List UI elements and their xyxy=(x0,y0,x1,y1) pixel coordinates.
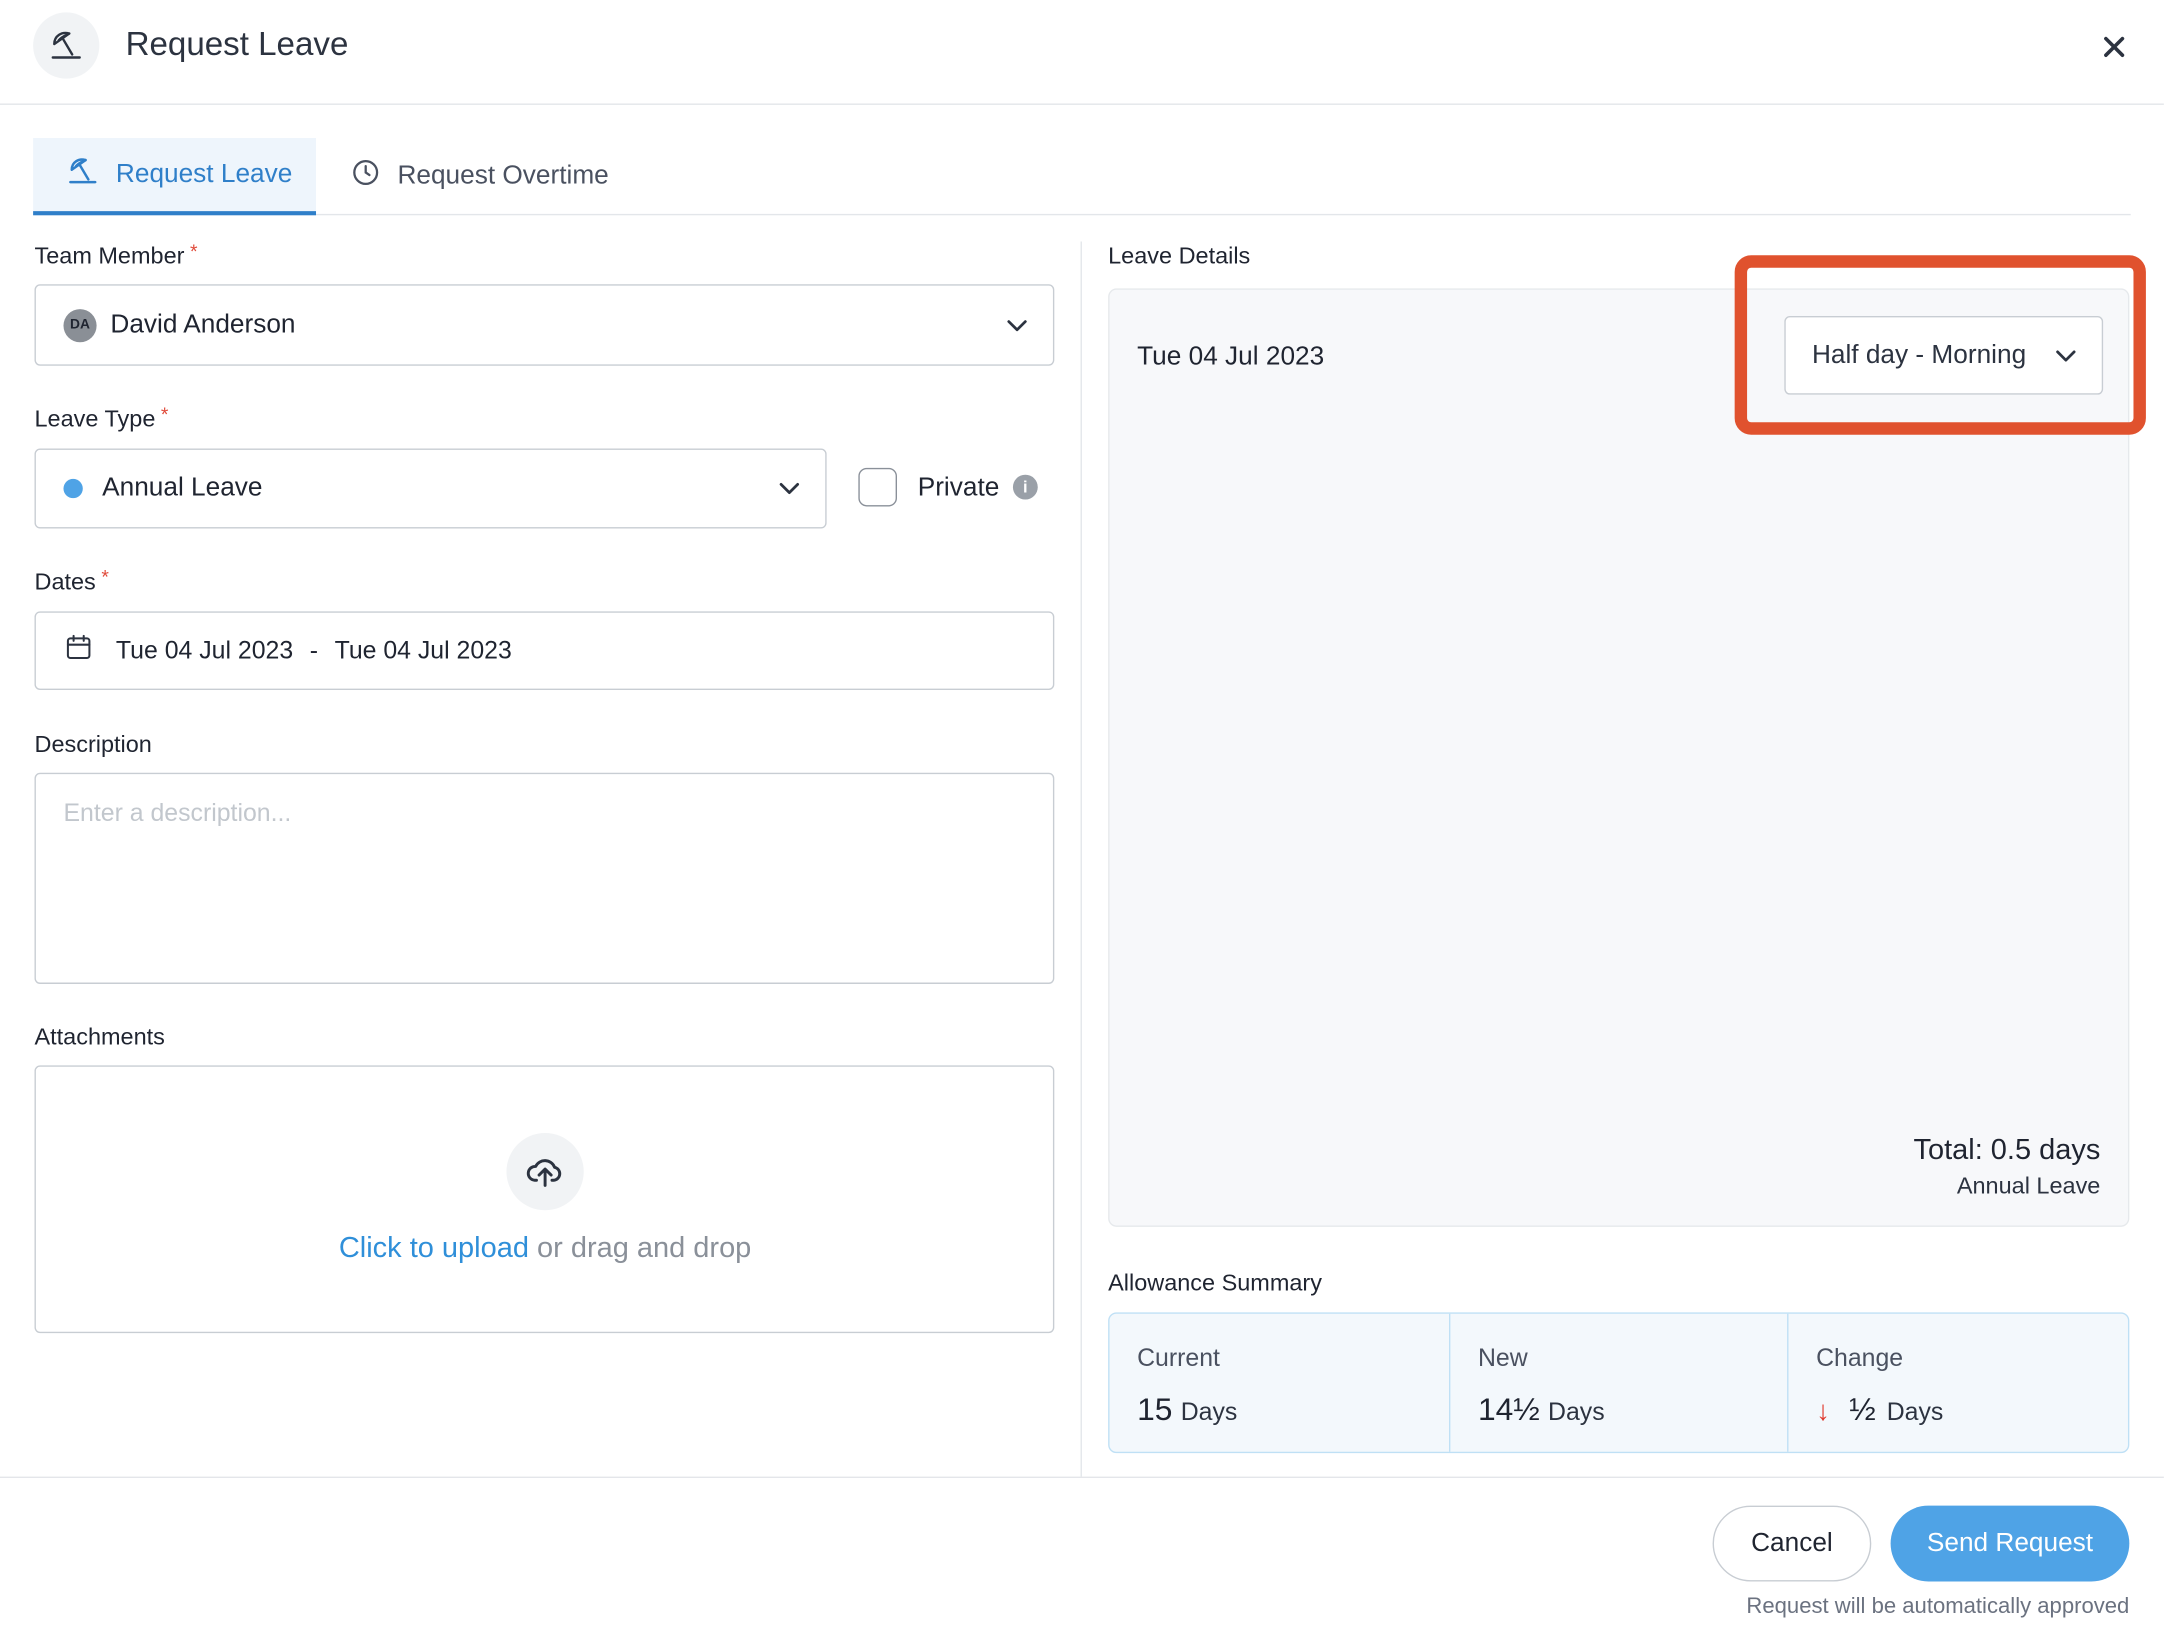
attachments-label: Attachments xyxy=(34,1023,165,1051)
required-mark: * xyxy=(189,240,198,263)
leave-type-select[interactable]: Annual Leave xyxy=(34,448,827,529)
chevron-down-icon xyxy=(1007,319,1027,331)
allowance-unit: Days xyxy=(1180,1397,1238,1426)
allowance-current: Current 15 Days xyxy=(1110,1313,1451,1452)
leave-type-color-dot xyxy=(63,478,83,499)
close-icon xyxy=(2104,36,2125,57)
beach-umbrella-icon xyxy=(33,12,100,79)
total-days: Total: 0.5 days xyxy=(1913,1134,2101,1167)
chevron-down-icon xyxy=(2056,349,2076,361)
day-period-select[interactable]: Half day - Morning xyxy=(1784,316,2104,395)
allowance-summary-label: Allowance Summary xyxy=(1108,1269,1322,1296)
allowance-value: ½ xyxy=(1849,1391,1876,1427)
allowance-new: New 14½ Days xyxy=(1450,1313,1789,1452)
tab-label: Request Overtime xyxy=(397,161,609,191)
field-label-text: Dates xyxy=(34,568,96,595)
private-checkbox[interactable] xyxy=(858,467,897,507)
allowance-head: New xyxy=(1477,1344,1528,1372)
allowance-head: Change xyxy=(1816,1344,1904,1372)
end-date: Tue 04 Jul 2023 xyxy=(334,636,512,664)
team-member-value: David Anderson xyxy=(110,309,296,339)
date-range-input[interactable]: Tue 04 Jul 2023 - Tue 04 Jul 2023 xyxy=(34,611,1055,690)
description-label: Description xyxy=(34,731,152,758)
day-period-value: Half day - Morning xyxy=(1811,340,2027,370)
allowance-unit: Days xyxy=(1548,1397,1605,1426)
dialog-title: Request Leave xyxy=(125,26,349,64)
auto-approve-note: Request will be automatically approved xyxy=(1746,1595,2130,1619)
footer-divider xyxy=(0,1476,2164,1478)
team-member-label: Team Member * xyxy=(34,240,198,271)
upload-cloud-icon xyxy=(506,1132,584,1211)
avatar: DA xyxy=(63,308,97,342)
tab-bar: Request Leave Request Overtime xyxy=(33,138,2131,216)
info-icon[interactable]: i xyxy=(1012,474,1038,500)
field-label-text: Team Member xyxy=(34,242,185,270)
allowance-head: Current xyxy=(1137,1344,1220,1372)
cancel-button[interactable]: Cancel xyxy=(1712,1505,1872,1582)
leave-day-date: Tue 04 Jul 2023 xyxy=(1137,342,1325,372)
tab-request-overtime[interactable]: Request Overtime xyxy=(348,138,609,215)
description-placeholder: Enter a description... xyxy=(63,799,292,827)
chevron-down-icon xyxy=(779,483,800,495)
allowance-summary-panel: Current 15 Days New 14½ Days Change ↓ ½ … xyxy=(1108,1312,2130,1454)
beach-umbrella-icon xyxy=(66,154,99,195)
drag-drop-text: or drag and drop xyxy=(528,1232,752,1265)
allowance-change: Change ↓ ½ Days xyxy=(1788,1314,2127,1452)
leave-type-label: Leave Type * xyxy=(34,402,169,434)
leave-type-value: Annual Leave xyxy=(102,473,263,503)
close-button[interactable] xyxy=(2095,28,2134,67)
column-divider xyxy=(1080,241,1082,1477)
click-to-upload-link[interactable]: Click to upload xyxy=(339,1232,529,1264)
arrow-down-icon: ↓ xyxy=(1816,1396,1830,1427)
upload-prompt: Click to upload or drag and drop xyxy=(36,1232,1054,1265)
required-mark: * xyxy=(101,565,109,588)
field-label-text: Leave Type xyxy=(34,405,156,432)
required-mark: * xyxy=(160,402,169,426)
allowance-value: 14½ xyxy=(1477,1391,1540,1427)
clock-icon xyxy=(351,157,381,196)
total-leave-type: Annual Leave xyxy=(1956,1173,2101,1200)
date-separator: - xyxy=(309,636,319,664)
allowance-value: 15 xyxy=(1137,1391,1173,1427)
attachment-dropzone[interactable]: Click to upload or drag and drop xyxy=(34,1065,1055,1334)
leave-details-label: Leave Details xyxy=(1108,242,1251,270)
calendar-icon xyxy=(63,632,93,669)
allowance-unit: Days xyxy=(1886,1397,1944,1426)
team-member-select[interactable]: DA David Anderson xyxy=(34,284,1055,366)
leave-details-panel: Tue 04 Jul 2023 Half day - Morning Total… xyxy=(1108,288,2130,1227)
tab-label: Request Leave xyxy=(115,159,293,189)
private-label: Private xyxy=(917,473,1000,503)
dialog-header: Request Leave xyxy=(0,0,2164,105)
request-leave-dialog: Request Leave Request Leave Request Over… xyxy=(0,0,2164,1640)
tab-request-leave[interactable]: Request Leave xyxy=(33,138,317,216)
start-date: Tue 04 Jul 2023 xyxy=(115,636,294,664)
send-request-button[interactable]: Send Request xyxy=(1890,1505,2130,1582)
description-textarea[interactable]: Enter a description... xyxy=(34,772,1055,984)
dates-label: Dates * xyxy=(34,565,109,597)
